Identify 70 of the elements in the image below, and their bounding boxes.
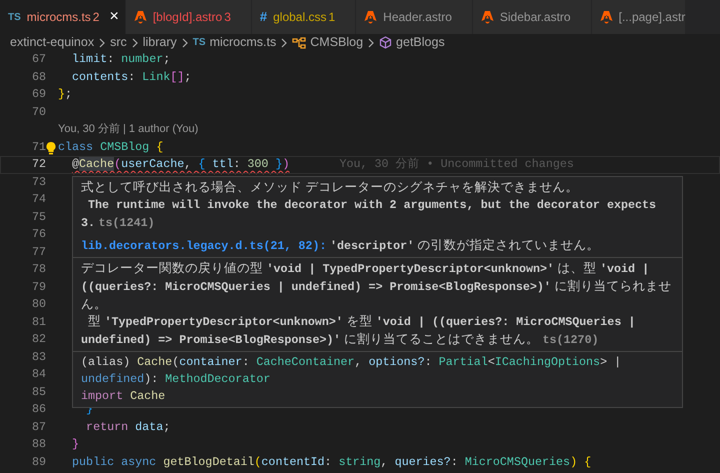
- error-code-link[interactable]: ts(1270): [542, 332, 599, 346]
- cube-icon: [379, 36, 392, 49]
- line-number: 78: [30, 261, 46, 278]
- line-number: 83: [30, 348, 46, 366]
- line-number: 75: [30, 208, 46, 226]
- blame-annotation: You, 30 分前 • Uncommitted changes: [339, 156, 574, 173]
- editor-tab[interactable]: Sidebar.astro: [472, 0, 592, 34]
- line-number: 89: [30, 454, 46, 470]
- line-number: 69: [30, 86, 46, 103]
- code-line: return data;: [85, 418, 170, 436]
- error-message: 型 'TypedPropertyDescriptor<unknown>' を型 'void | ((queries?: MicroCMSQueries | undefined) => Promise<BlogResponse>)' に割り当てることはできません。 ts(1270): [81, 312, 636, 348]
- code-line: limit: number;: [71, 51, 170, 68]
- chevron-icon: [180, 38, 189, 48]
- chevron-icon: [130, 38, 139, 48]
- editor-tab[interactable]: [...page].astr: [592, 0, 686, 34]
- code-line: };: [58, 86, 72, 103]
- breadcrumb-item[interactable]: getBlogs: [379, 34, 445, 51]
- line-number: 72: [30, 156, 46, 173]
- breadcrumb-item[interactable]: src: [110, 34, 127, 51]
- related-info: lib.decorators.legacy.d.ts(21, 82): 'descriptor' の引数が指定されていません。: [81, 236, 601, 254]
- line-number: 73: [30, 174, 46, 190]
- line-number: 84: [30, 366, 46, 383]
- code-line: public async getBlogDetail(contentId: string, queries?: MicroCMSQueries) {: [71, 454, 592, 470]
- line-number: 70: [30, 104, 46, 120]
- editor-tab[interactable]: [blogId].astro 3: [126, 0, 252, 34]
- line-number: 81: [30, 314, 46, 330]
- error-message: 式として呼び出される場合、メソッド デコレーターのシグネチャを解決できません。: [81, 178, 580, 196]
- class-icon: [292, 36, 306, 48]
- line-number: 86: [30, 401, 46, 418]
- code-line: class CMSBlog {: [58, 138, 164, 156]
- line-number: 77: [30, 244, 46, 260]
- ts-file-icon: TS: [8, 10, 21, 24]
- astro-file-icon: [480, 10, 494, 24]
- code-line: @Cache(userCache, { ttl: 300 }): [72, 156, 290, 173]
- hash-file-icon: #: [260, 7, 268, 27]
- breadcrumb-item[interactable]: TS microcms.ts: [192, 34, 276, 51]
- codelens-text[interactable]: You, 30 分前 | 1 author (You): [58, 121, 198, 138]
- editor-tab[interactable]: Header.astro: [356, 0, 473, 34]
- ts-file-icon: TS: [192, 34, 206, 51]
- code-line: }: [71, 436, 80, 453]
- editor-tab[interactable]: TS microcms.ts 2 ×: [0, 0, 126, 34]
- file-location-link[interactable]: lib.decorators.legacy.d.ts(21, 82):: [81, 238, 326, 252]
- line-number: 67: [30, 51, 46, 68]
- line-number: 79: [30, 278, 46, 296]
- line-number: 80: [30, 296, 46, 313]
- chevron-icon: [98, 38, 106, 48]
- breadcrumb-item[interactable]: extinct-equinox: [10, 34, 94, 51]
- lightbulb-icon[interactable]: [45, 140, 57, 154]
- line-number: 88: [30, 436, 46, 453]
- astro-file-icon: [364, 10, 378, 24]
- line-number: 74: [30, 191, 46, 208]
- line-number: 87: [30, 418, 46, 436]
- editor-tab[interactable]: # global.css 1: [252, 0, 356, 34]
- type-signature: (alias) Cache(container: CacheContainer, options?: Partial<ICachingOptions> | undefined): MethodDecorator: [81, 354, 622, 388]
- line-number: 76: [30, 226, 46, 243]
- error-code-link[interactable]: ts(1241): [98, 216, 155, 230]
- astro-file-icon: [134, 10, 147, 24]
- error-message: デコレーター関数の戻り値の型 'void | TypedPropertyDescriptor<unknown>' は、型 'void | ((queries?: MicroCMSQueries | undefined) => Promise<BlogResponse>)' に割り当てられません。: [81, 260, 672, 312]
- line-number: 71: [30, 138, 46, 156]
- code-line: contents: Link[];: [71, 68, 192, 86]
- line-number: 68: [30, 68, 46, 86]
- import-statement: import Cache: [81, 388, 166, 404]
- chevron-icon: [367, 38, 376, 48]
- astro-file-icon: [600, 10, 613, 24]
- line-number: 82: [30, 331, 46, 348]
- error-message: The runtime will invoke the decorator with 2 arguments, but the decorator expects 3. ts(1241): [81, 196, 658, 232]
- line-number: 85: [30, 384, 46, 400]
- breadcrumb-item[interactable]: CMSBlog: [292, 34, 364, 51]
- breadcrumb-item[interactable]: library: [142, 34, 177, 51]
- chevron-icon: [280, 38, 288, 48]
